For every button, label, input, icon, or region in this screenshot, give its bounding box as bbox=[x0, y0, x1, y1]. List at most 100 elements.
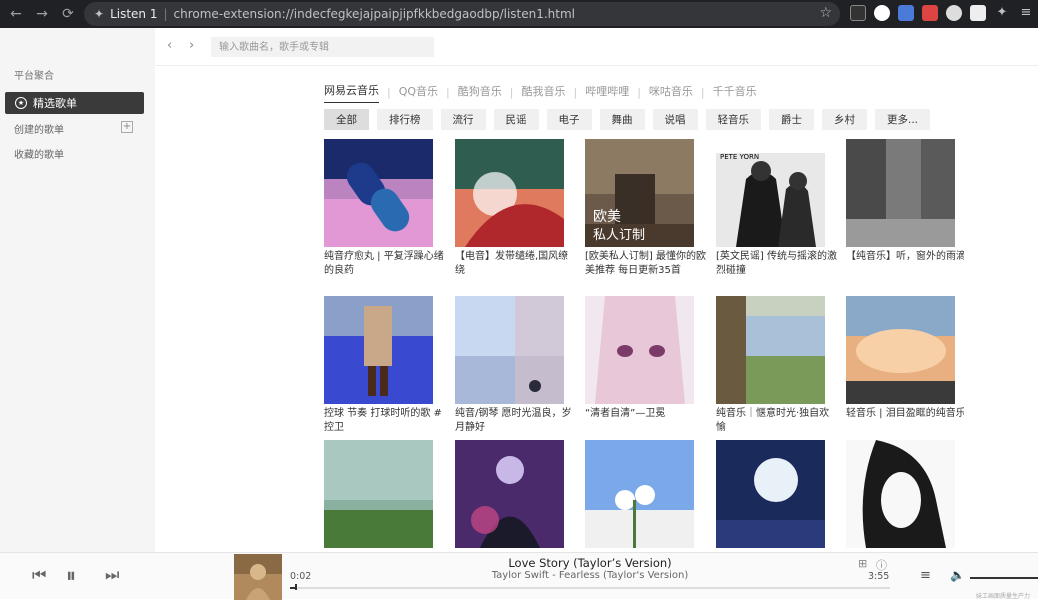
playlist-cover[interactable] bbox=[585, 296, 694, 404]
playlist-card[interactable]: “清者自清”—卫冕 bbox=[585, 296, 694, 421]
playlist-cover[interactable] bbox=[585, 440, 694, 548]
platform-tab[interactable]: 咪咕音乐 bbox=[649, 83, 693, 103]
playlist-cover[interactable] bbox=[455, 296, 564, 404]
browser-toolbar: ← → ⟳ ✦ Listen 1 | chrome-extension://in… bbox=[0, 0, 1038, 28]
playlist-title[interactable]: [英文民谣] 传统与摇滚的激烈碰撞 bbox=[716, 250, 838, 278]
sidebar-item-favorites[interactable]: 收藏的歌单 bbox=[14, 146, 64, 161]
playlist-cover[interactable] bbox=[716, 296, 825, 404]
genre-filter-chip[interactable]: 爵士 bbox=[769, 109, 814, 130]
info-icon[interactable]: ⓘ bbox=[876, 557, 887, 573]
playlist-card[interactable]: 【纯音乐】听，窗外的雨滴 bbox=[846, 139, 964, 264]
playlist-card[interactable]: 欧美 私人订制 [欧美私人订制] 最懂你的欧美推荐 每日更新35首 bbox=[585, 139, 706, 278]
bookmark-star-icon[interactable]: ☆ bbox=[819, 5, 832, 21]
playlist-cover[interactable] bbox=[716, 440, 825, 548]
volume-icon[interactable]: 🔈 bbox=[950, 568, 965, 582]
playlist-title[interactable]: 纯音疗愈丸 | 平复浮躁心绪的良药 bbox=[324, 250, 446, 278]
sidebar-item-label: 精选歌单 bbox=[33, 97, 77, 110]
playlist-title[interactable]: 纯音乐｜惬意时光·独自欢愉 bbox=[716, 407, 838, 435]
genre-filter-chip[interactable]: 民谣 bbox=[493, 109, 539, 130]
sidebar-item-featured[interactable]: ★ 精选歌单 bbox=[5, 92, 144, 114]
playlist-card[interactable]: 纯音乐｜惬意时光·独自欢愉 bbox=[716, 296, 829, 435]
translate-icon[interactable] bbox=[898, 5, 914, 21]
playlist-card[interactable]: 纯音/钢琴 愿时光温良，岁月静好 bbox=[455, 296, 572, 435]
extension-icon[interactable] bbox=[874, 5, 890, 21]
platform-tab[interactable]: QQ音乐 bbox=[399, 83, 438, 103]
playlist-cover[interactable]: PETE YORN bbox=[716, 139, 825, 247]
playlist-card[interactable]: PETE YORN [英文民谣] 传统与摇滚的激烈碰撞 bbox=[716, 139, 837, 278]
playlist-card[interactable] bbox=[716, 440, 825, 548]
genre-filter-chip[interactable]: 舞曲 bbox=[599, 109, 645, 130]
puzzle-icon: ✦ bbox=[94, 7, 105, 21]
search-input[interactable] bbox=[211, 37, 434, 57]
next-icon[interactable]: ⏭ bbox=[105, 565, 119, 585]
platform-tab[interactable]: 哔哩哔哩 bbox=[585, 83, 629, 103]
extension-icons: ✦ ≡ bbox=[850, 5, 1034, 21]
playlist-card[interactable]: 控球 节奏 打球时听的歌 # 控卫 bbox=[324, 296, 442, 435]
genre-filter-chip[interactable]: 说唱 bbox=[652, 109, 698, 130]
playlist-cover[interactable] bbox=[324, 440, 433, 548]
playlist-title[interactable]: “清者自清”—卫冕 bbox=[585, 407, 707, 421]
playlist-cover[interactable] bbox=[846, 139, 955, 247]
tab-divider: | bbox=[700, 86, 705, 99]
add-to-playlist-icon[interactable]: ⊞ bbox=[858, 557, 867, 570]
add-playlist-icon[interactable]: + bbox=[121, 121, 133, 133]
playlist-card[interactable]: 【电音】发带缱绻,国风缭绕 bbox=[455, 139, 568, 278]
playlist-cover[interactable]: 欧美 私人订制 bbox=[585, 139, 694, 247]
forward-arrow-icon[interactable]: → bbox=[32, 4, 52, 24]
platform-tab[interactable]: 酷我音乐 bbox=[521, 83, 565, 103]
playlist-title[interactable]: 轻音乐 | 泪目盈眶的纯音乐 bbox=[846, 407, 964, 421]
genre-filter-chip[interactable]: 全部 bbox=[324, 109, 369, 130]
volume-slider[interactable] bbox=[970, 577, 1038, 579]
genre-filter-chip[interactable]: 轻音乐 bbox=[705, 109, 761, 130]
playlist-queue-icon[interactable]: ≡ bbox=[920, 568, 931, 583]
genre-filter-chip[interactable]: 流行 bbox=[440, 109, 486, 130]
nav-back-icon[interactable]: ‹ bbox=[167, 38, 172, 53]
star-icon: ★ bbox=[15, 97, 27, 109]
playlist-title[interactable]: 【电音】发带缱绻,国风缭绕 bbox=[455, 250, 577, 278]
genre-filter-chip[interactable]: 乡村 bbox=[822, 109, 867, 130]
playlist-title[interactable]: 控球 节奏 打球时听的歌 # 控卫 bbox=[324, 407, 446, 435]
playlist-cover[interactable] bbox=[846, 440, 955, 548]
pause-icon[interactable]: ⏸ bbox=[66, 563, 76, 587]
playlist-cover[interactable] bbox=[846, 296, 955, 404]
puzzle-icon[interactable]: ✦ bbox=[994, 5, 1010, 21]
playlist-cover[interactable] bbox=[324, 296, 433, 404]
extension-icon[interactable] bbox=[922, 5, 938, 21]
address-bar[interactable]: ✦ Listen 1 | chrome-extension://indecfeg… bbox=[84, 2, 840, 26]
playlist-cover[interactable] bbox=[324, 139, 433, 247]
playlist-card[interactable] bbox=[455, 440, 564, 548]
tab-divider: | bbox=[387, 86, 391, 99]
menu-icon[interactable]: ≡ bbox=[1018, 5, 1034, 21]
platform-tab[interactable]: 千千音乐 bbox=[713, 83, 757, 103]
reload-icon[interactable]: ⟳ bbox=[58, 4, 78, 24]
nav-forward-icon[interactable]: › bbox=[189, 38, 194, 53]
playlist-card[interactable]: 轻音乐 | 泪目盈眶的纯音乐 bbox=[846, 296, 964, 421]
back-arrow-icon[interactable]: ← bbox=[6, 4, 26, 24]
playlist-card[interactable]: 纯音疗愈丸 | 平复浮躁心绪的良药 bbox=[324, 139, 444, 278]
playlist-grid: 纯音疗愈丸 | 平复浮躁心绪的良药 【电音】发带缱绻,国风缭绕 欧美 私人订制 [欧美私… bbox=[324, 139, 964, 551]
playlist-card[interactable] bbox=[585, 440, 694, 548]
progress-bar[interactable] bbox=[290, 584, 890, 590]
tab-divider: | bbox=[637, 86, 641, 99]
extension-icon[interactable] bbox=[946, 5, 962, 21]
genre-filters: 全部 排行榜 流行 民谣 电子 舞曲 说唱 轻音乐 爵士 乡村 更多... bbox=[324, 109, 931, 130]
playlist-cover[interactable] bbox=[455, 440, 564, 548]
playlist-title[interactable]: 【纯音乐】听，窗外的雨滴 bbox=[846, 250, 964, 264]
playlist-card[interactable] bbox=[324, 440, 433, 548]
extension-icon[interactable] bbox=[850, 5, 866, 21]
genre-filter-chip[interactable]: 电子 bbox=[546, 109, 592, 130]
song-artist: Taylor Swift - Fearless (Taylor's Versio… bbox=[491, 570, 689, 581]
platform-tab[interactable]: 网易云音乐 bbox=[324, 82, 379, 103]
progress-knob[interactable] bbox=[295, 584, 298, 590]
previous-icon[interactable]: ⏮ bbox=[32, 565, 46, 585]
playlist-title[interactable]: 纯音/钢琴 愿时光温良，岁月静好 bbox=[455, 407, 577, 435]
genre-filter-chip[interactable]: 排行榜 bbox=[377, 109, 433, 130]
playlist-cover[interactable] bbox=[455, 139, 564, 247]
playlist-title[interactable]: [欧美私人订制] 最懂你的欧美推荐 每日更新35首 bbox=[585, 250, 707, 278]
playlist-card[interactable] bbox=[846, 440, 955, 548]
sidebar-item-created[interactable]: 创建的歌单 bbox=[14, 121, 64, 136]
extension-icon[interactable] bbox=[970, 5, 986, 21]
genre-filter-chip[interactable]: 更多... bbox=[875, 109, 931, 130]
album-cover[interactable] bbox=[234, 554, 282, 600]
platform-tab[interactable]: 酷狗音乐 bbox=[458, 83, 502, 103]
